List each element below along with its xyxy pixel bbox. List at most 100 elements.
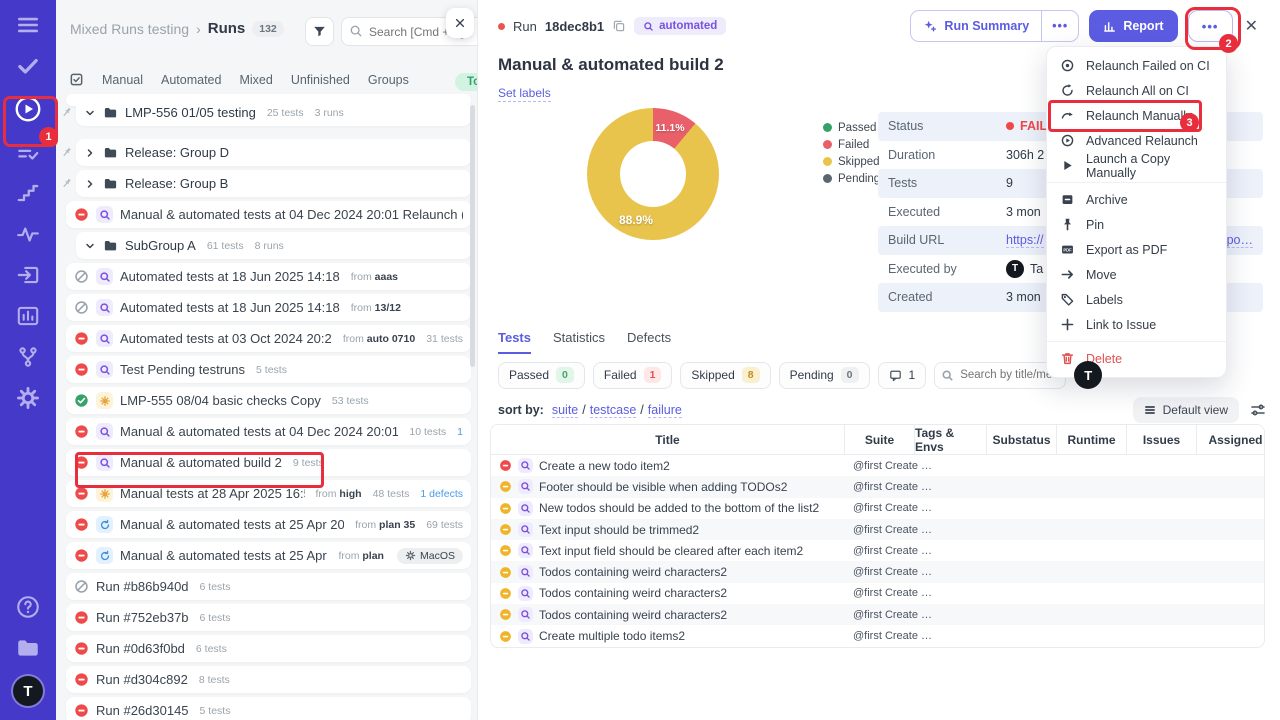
table-row[interactable]: Create multiple todo items2@first Create… — [491, 625, 1264, 646]
filter-pill-failed[interactable]: Failed1 — [593, 362, 673, 389]
build-url-link-tail[interactable]: po… — [1227, 233, 1253, 248]
filter-pill-skipped[interactable]: Skipped8 — [680, 362, 770, 389]
menu-item-relaunch-manually[interactable]: Relaunch Manually — [1047, 103, 1226, 128]
filter-pill-pending[interactable]: Pending0 — [779, 362, 870, 389]
chevron-down-icon[interactable] — [84, 107, 96, 119]
copy-icon[interactable] — [612, 19, 626, 33]
table-row[interactable]: Create a new todo item2@first Create … — [491, 455, 1264, 476]
menu-item-export-as-pdf[interactable]: PDFExport as PDF — [1047, 237, 1226, 262]
close-panel-button[interactable] — [446, 8, 474, 38]
table-row[interactable]: Todos containing weird characters2@first… — [491, 583, 1264, 604]
run-row[interactable]: Test Pending testruns5 tests — [66, 356, 471, 383]
run-row[interactable]: Run #26d301455 tests — [66, 697, 471, 720]
tab-statistics[interactable]: Statistics — [553, 330, 605, 354]
set-labels-link[interactable]: Set labels — [498, 86, 551, 102]
login-icon[interactable] — [15, 262, 41, 288]
run-row[interactable]: Run #b86b940d6 tests — [66, 573, 471, 600]
run-row[interactable]: Manual & automated tests at 25 Apr 2025 … — [66, 542, 471, 569]
breadcrumb-project[interactable]: Mixed Runs testing — [70, 21, 189, 37]
projects-folder-icon[interactable] — [15, 635, 41, 661]
run-row[interactable]: Run #752eb37b6 tests — [66, 604, 471, 631]
column-header-runtime[interactable]: Runtime — [1057, 425, 1127, 454]
chevron-right-icon[interactable] — [84, 147, 96, 159]
comments-filter-pill[interactable]: 1 — [878, 362, 927, 389]
chevron-down-icon[interactable] — [84, 240, 96, 252]
select-all-icon[interactable] — [69, 72, 84, 87]
group-row[interactable]: SubGroup A61 tests8 runs — [76, 232, 471, 259]
table-row[interactable]: Footer should be visible when adding TOD… — [491, 476, 1264, 497]
column-header-title[interactable]: Title — [491, 425, 845, 454]
group-row[interactable]: LMP-556 01/05 testing25 tests3 runs — [76, 99, 471, 126]
branch-icon[interactable] — [15, 344, 41, 370]
check-icon[interactable] — [15, 53, 41, 79]
sort-link-suite[interactable]: suite — [552, 403, 578, 418]
group-row[interactable]: Release: Group B — [76, 170, 471, 197]
run-row[interactable]: Manual & automated tests at 25 Apr 2025 … — [66, 511, 471, 538]
bar-chart-icon[interactable] — [15, 303, 41, 329]
default-view-button[interactable]: Default view — [1133, 397, 1239, 423]
runs-play-circle-icon[interactable] — [13, 94, 43, 124]
steps-icon[interactable] — [15, 180, 41, 206]
run-row[interactable]: Manual & automated build 29 tests — [66, 449, 471, 476]
run-row[interactable]: Automated tests at 18 Jun 2025 14:18from… — [66, 294, 471, 321]
column-header-issues[interactable]: Issues — [1127, 425, 1197, 454]
menu-item-delete[interactable]: Delete — [1047, 346, 1226, 371]
assignee-avatar-filter[interactable]: T — [1074, 361, 1102, 389]
menu-item-labels[interactable]: Labels — [1047, 287, 1226, 312]
automated-badge[interactable]: automated — [634, 17, 726, 35]
run-row[interactable]: Automated tests at 03 Oct 2024 20:25from… — [66, 325, 471, 352]
list-check-icon[interactable] — [15, 139, 41, 165]
sliders-icon[interactable] — [1250, 402, 1266, 418]
close-detail-icon[interactable]: ✕ — [1243, 16, 1260, 36]
group-row[interactable]: Release: Group D — [76, 139, 471, 166]
column-header-substatus[interactable]: Substatus — [987, 425, 1057, 454]
run-row[interactable]: Manual & automated tests at 04 Dec 2024 … — [66, 201, 471, 228]
report-button[interactable]: Report — [1089, 10, 1177, 42]
menu-item-relaunch-failed-on-ci[interactable]: Relaunch Failed on CI — [1047, 53, 1226, 78]
table-row[interactable]: Text input field should be cleared after… — [491, 540, 1264, 561]
run-row[interactable]: Automated tests at 18 Jun 2025 14:18from… — [66, 263, 471, 290]
tab-tests[interactable]: Tests — [498, 330, 531, 354]
gear-icon[interactable] — [15, 385, 41, 411]
chevron-right-icon[interactable] — [84, 178, 96, 190]
run-row[interactable]: Manual & automated tests at 04 Dec 2024 … — [66, 418, 471, 445]
menu-icon[interactable] — [15, 12, 41, 38]
menu-item-advanced-relaunch[interactable]: Advanced Relaunch — [1047, 128, 1226, 153]
column-header-suite[interactable]: Suite — [845, 425, 915, 454]
filter-pill-passed[interactable]: Passed0 — [498, 362, 585, 389]
tab-automated[interactable]: Automated — [161, 73, 221, 87]
menu-item-archive[interactable]: Archive — [1047, 187, 1226, 212]
run-row[interactable]: Manual tests at 28 Apr 2025 16:50from hi… — [66, 480, 471, 507]
tab-mixed[interactable]: Mixed — [239, 73, 272, 87]
tab-today-pill[interactable]: To — [455, 73, 477, 91]
table-row[interactable]: Todos containing weird characters2@first… — [491, 604, 1264, 625]
table-row[interactable]: Todos containing weird characters2@first… — [491, 561, 1264, 582]
table-row[interactable]: New todos should be added to the bottom … — [491, 498, 1264, 519]
menu-item-link-to-issue[interactable]: Link to Issue — [1047, 312, 1226, 337]
build-url-link[interactable]: https:// — [1006, 233, 1044, 248]
run-summary-more-button[interactable]: ••• — [1041, 11, 1078, 41]
user-avatar[interactable]: T — [13, 676, 43, 706]
tab-groups[interactable]: Groups — [368, 73, 409, 87]
run-row[interactable]: Run #0d63f0bd6 tests — [66, 635, 471, 662]
column-header-assigned-to[interactable]: Assigned To — [1197, 425, 1265, 454]
sort-link-testcase[interactable]: testcase — [590, 403, 637, 418]
run-row[interactable]: Run #d304c8928 tests — [66, 666, 471, 693]
run-summary-button[interactable]: Run Summary ••• — [910, 10, 1079, 42]
defects-link[interactable]: 1 defects — [420, 488, 463, 500]
run-row[interactable]: LMP-555 08/04 basic checks Copy53 tests — [66, 387, 471, 414]
sort-link-failure[interactable]: failure — [648, 403, 682, 418]
menu-item-relaunch-all-on-ci[interactable]: Relaunch All on CI — [1047, 78, 1226, 103]
menu-item-move[interactable]: Move — [1047, 262, 1226, 287]
scrollbar-thumb[interactable] — [470, 105, 475, 367]
menu-item-pin[interactable]: Pin — [1047, 212, 1226, 237]
column-header-tags-envs[interactable]: Tags & Envs — [915, 425, 987, 454]
pulse-icon[interactable] — [15, 221, 41, 247]
defects-link[interactable]: 1 — [457, 426, 463, 438]
table-row[interactable]: Text input should be trimmed2@first Crea… — [491, 519, 1264, 540]
menu-item-launch-a-copy-manually[interactable]: Launch a Copy Manually — [1047, 153, 1226, 178]
tab-unfinished[interactable]: Unfinished — [291, 73, 350, 87]
help-icon[interactable] — [15, 594, 41, 620]
tab-defects[interactable]: Defects — [627, 330, 671, 354]
tab-manual[interactable]: Manual — [102, 73, 143, 87]
